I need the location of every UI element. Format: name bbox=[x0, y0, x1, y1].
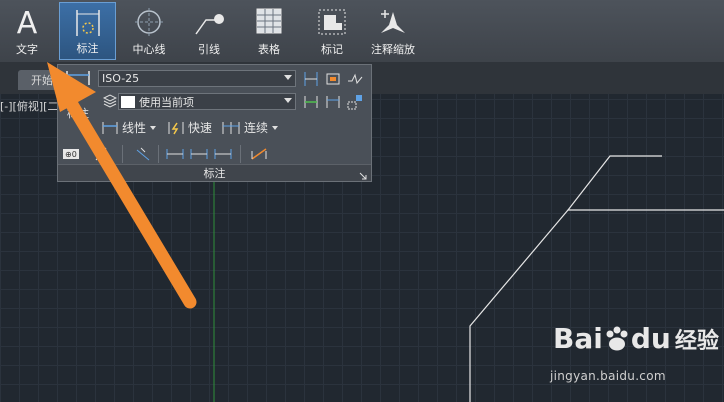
toolbar-divider bbox=[158, 145, 159, 163]
svg-text:A: A bbox=[17, 7, 38, 37]
dialog-launcher-icon[interactable] bbox=[359, 170, 367, 180]
chevron-down-icon bbox=[284, 98, 292, 103]
viewport-controls-label[interactable]: [-][俯视][二 bbox=[0, 98, 58, 114]
centerline-icon bbox=[134, 7, 164, 40]
baidu-logo: Bai du 经验 bbox=[553, 322, 719, 355]
annotate-ribbon: A 文字 标注 中心线 引线 表格 标记 注释缩放 bbox=[0, 0, 724, 63]
table-button[interactable]: 表格 bbox=[243, 2, 295, 60]
linear-dimension-icon bbox=[102, 121, 118, 134]
update-dimension-icon[interactable] bbox=[346, 93, 364, 111]
svg-text:⊕0: ⊕0 bbox=[65, 150, 77, 159]
markup-button[interactable]: 标记 bbox=[305, 2, 359, 60]
left-justify-icon[interactable] bbox=[166, 145, 184, 163]
dim-layer-dropdown[interactable]: 使用当前项 bbox=[118, 93, 296, 110]
drawn-polyline-upper bbox=[566, 155, 724, 211]
dimension-space-icon[interactable] bbox=[302, 70, 320, 88]
right-justify-icon[interactable] bbox=[214, 145, 232, 163]
oblique-icon[interactable] bbox=[92, 145, 110, 163]
text-A-icon: A bbox=[14, 6, 40, 41]
layer-stack-icon bbox=[101, 92, 119, 110]
paw-icon bbox=[606, 326, 628, 350]
adjust-space-icon[interactable] bbox=[324, 93, 342, 111]
text-button[interactable]: A 文字 bbox=[4, 2, 50, 60]
continue-dimension-button[interactable]: 连续 bbox=[222, 119, 279, 136]
dimension-panel: 标注 ISO-25 使用当前项 线性 快速 连续 ⊕0 标注 bbox=[57, 64, 372, 182]
dimstyle-dropdown[interactable]: ISO-25 bbox=[98, 70, 296, 87]
text-angle-icon[interactable] bbox=[134, 145, 152, 163]
continue-dimension-icon bbox=[222, 121, 240, 134]
linear-dimension-button[interactable]: 线性 bbox=[102, 119, 157, 136]
annotation-scale-icon bbox=[378, 7, 408, 40]
watermark-url: jingyan.baidu.com bbox=[550, 369, 666, 383]
chevron-down-icon bbox=[150, 125, 157, 130]
markup-icon bbox=[316, 7, 348, 40]
toolbar-divider bbox=[122, 145, 123, 163]
table-icon bbox=[255, 7, 283, 38]
quick-dimension-button[interactable]: 快速 bbox=[168, 119, 212, 136]
chevron-down-icon bbox=[284, 75, 292, 80]
annotation-scale-button[interactable]: 注释缩放 bbox=[366, 2, 420, 60]
tolerance-icon[interactable]: ⊕0 bbox=[62, 145, 80, 163]
dimension-button[interactable]: 标注 bbox=[59, 2, 116, 60]
color-swatch bbox=[121, 95, 135, 108]
centerline-button[interactable]: 中心线 bbox=[121, 2, 177, 60]
chevron-down-icon bbox=[272, 125, 279, 130]
quick-dimension-icon bbox=[168, 121, 184, 134]
toolbar-divider bbox=[240, 145, 241, 163]
leader-icon bbox=[193, 7, 225, 40]
dimension-big-button[interactable]: 标注 bbox=[60, 67, 96, 123]
baidu-watermark: Bai du 经验 bbox=[553, 322, 719, 355]
panel-footer: 标注 bbox=[58, 164, 371, 181]
dimension-icon bbox=[73, 8, 103, 41]
jogged-linear-icon[interactable] bbox=[346, 70, 364, 88]
dimension-inspect-icon[interactable] bbox=[324, 70, 342, 88]
leader-button[interactable]: 引线 bbox=[183, 2, 235, 60]
dimension-icon bbox=[64, 69, 92, 106]
dimension-break-icon[interactable] bbox=[302, 93, 320, 111]
override-icon[interactable] bbox=[250, 145, 268, 163]
center-justify-icon[interactable] bbox=[190, 145, 208, 163]
